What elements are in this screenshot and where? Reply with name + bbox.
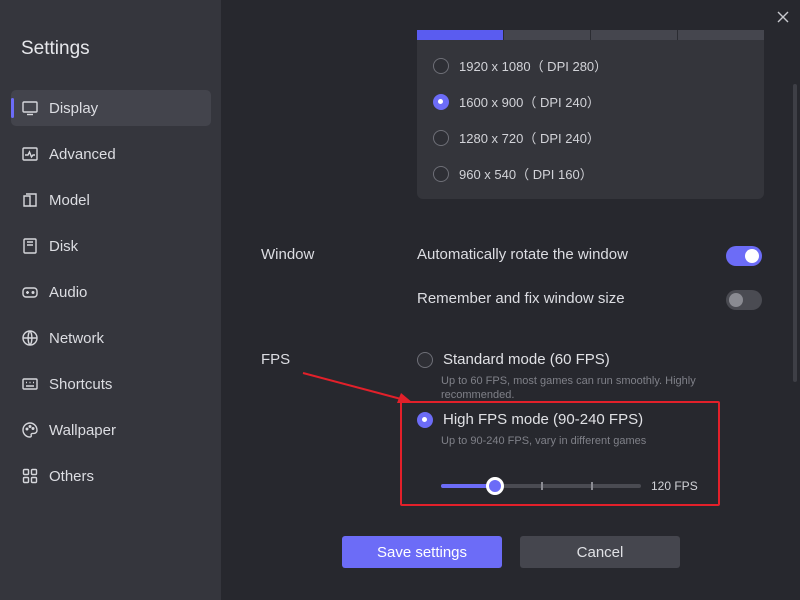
resolution-label: 1280 x 720（ DPI 240） [459, 131, 600, 146]
sidebar-item-display[interactable]: Display [11, 90, 211, 126]
resolution-option-1920[interactable]: 1920 x 1080（ DPI 280） [433, 56, 607, 75]
sidebar-item-label: Shortcuts [49, 375, 113, 393]
standard-fps-description: Up to 60 FPS, most games can run smoothl… [441, 375, 696, 401]
sidebar-item-label: Advanced [49, 145, 116, 163]
sidebar-item-disk[interactable]: Disk [11, 228, 211, 264]
scrollbar[interactable] [793, 84, 797, 382]
sidebar-item-model[interactable]: Model [11, 182, 211, 218]
sidebar-item-advanced[interactable]: Advanced [11, 136, 211, 172]
toggle-knob [729, 293, 743, 307]
sidebar-item-label: Display [49, 99, 99, 117]
fps-section-label: FPS [261, 351, 291, 368]
sidebar-nav: Display Advanced Model Disk Audio Networ… [11, 90, 211, 504]
sidebar-item-wallpaper[interactable]: Wallpaper [11, 412, 211, 448]
main-panel: 1920 x 1080（ DPI 280） 1600 x 900（ DPI 24… [221, 0, 800, 600]
resolution-label: 1600 x 900（ DPI 240） [459, 95, 600, 110]
remember-size-toggle[interactable] [726, 290, 762, 310]
device-icon [21, 191, 39, 209]
standard-fps-option[interactable]: Standard mode (60 FPS) [417, 351, 610, 368]
resolution-tab[interactable] [591, 30, 678, 40]
close-icon[interactable] [774, 8, 792, 26]
sidebar-item-others[interactable]: Others [11, 458, 211, 494]
radio-button[interactable] [433, 57, 449, 74]
arrow-icon [302, 372, 413, 403]
sidebar: Settings Display Advanced Model Disk Aud… [0, 0, 221, 600]
sidebar-item-audio[interactable]: Audio [11, 274, 211, 310]
keyboard-icon [21, 375, 39, 393]
radio-button[interactable] [433, 165, 449, 182]
gamepad-icon [21, 283, 39, 301]
settings-window: Settings Display Advanced Model Disk Aud… [0, 0, 800, 600]
sidebar-item-label: Model [49, 191, 90, 209]
sidebar-item-shortcuts[interactable]: Shortcuts [11, 366, 211, 402]
sidebar-item-label: Wallpaper [49, 421, 116, 439]
monitor-icon [21, 99, 39, 117]
resolution-tabs [417, 30, 764, 40]
radio-button[interactable] [433, 129, 449, 146]
pulse-icon [21, 145, 39, 163]
sidebar-item-label: Disk [49, 237, 79, 255]
auto-rotate-label: Automatically rotate the window [417, 246, 628, 263]
resolution-option-1600[interactable]: 1600 x 900（ DPI 240） [433, 92, 600, 111]
radio-button[interactable] [433, 93, 449, 110]
resolution-tab[interactable] [417, 30, 504, 40]
disk-icon [21, 237, 39, 255]
resolution-option-1280[interactable]: 1280 x 720（ DPI 240） [433, 128, 600, 147]
settings-title: Settings [21, 38, 90, 59]
globe-icon [21, 329, 39, 347]
resolution-tab[interactable] [504, 30, 591, 40]
toggle-knob [745, 249, 759, 263]
remember-size-label: Remember and fix window size [417, 290, 625, 307]
save-settings-button[interactable]: Save settings [342, 536, 502, 568]
sidebar-item-network[interactable]: Network [11, 320, 211, 356]
resolution-label: 960 x 540（ DPI 160） [459, 167, 593, 182]
radio-button[interactable] [417, 351, 433, 368]
sidebar-item-label: Others [49, 467, 95, 485]
sidebar-item-label: Network [49, 329, 105, 347]
palette-icon [21, 421, 39, 439]
standard-fps-label: Standard mode (60 FPS) [443, 351, 610, 368]
sidebar-item-label: Audio [49, 283, 88, 301]
cancel-button[interactable]: Cancel [520, 536, 680, 568]
window-section-label: Window [261, 246, 315, 263]
highlight-box [400, 401, 720, 506]
resolution-tab[interactable] [678, 30, 764, 40]
resolution-label: 1920 x 1080（ DPI 280） [459, 59, 608, 74]
auto-rotate-toggle[interactable] [726, 246, 762, 266]
grid-icon [21, 467, 39, 485]
resolution-option-960[interactable]: 960 x 540（ DPI 160） [433, 164, 593, 183]
